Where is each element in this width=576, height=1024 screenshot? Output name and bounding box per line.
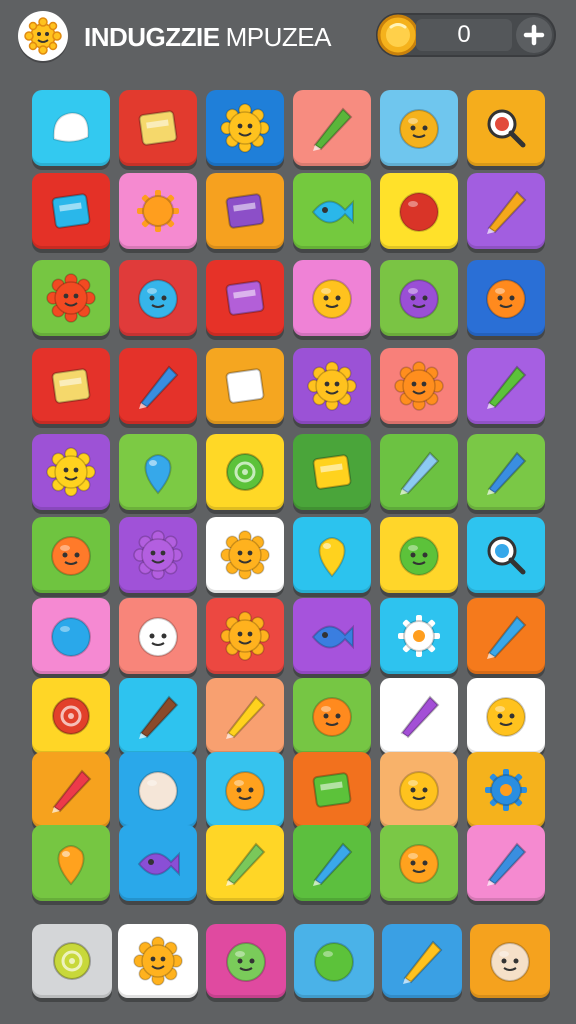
tile-tray-6[interactable] bbox=[470, 924, 550, 998]
tile-tray-1[interactable] bbox=[32, 924, 112, 998]
sun-face-icon bbox=[133, 936, 183, 986]
tile-tray-5[interactable] bbox=[382, 924, 462, 998]
green-alien-icon bbox=[226, 942, 266, 982]
tile-tray-3[interactable] bbox=[206, 924, 286, 998]
green-blob-icon bbox=[314, 942, 354, 982]
tile-tray-4[interactable] bbox=[294, 924, 374, 998]
tile-tray bbox=[0, 0, 576, 1024]
yellow-arrow-icon bbox=[403, 940, 443, 984]
lime-donut-icon bbox=[53, 942, 91, 980]
tile-tray-2[interactable] bbox=[118, 924, 198, 998]
cream-face-icon bbox=[490, 942, 530, 982]
